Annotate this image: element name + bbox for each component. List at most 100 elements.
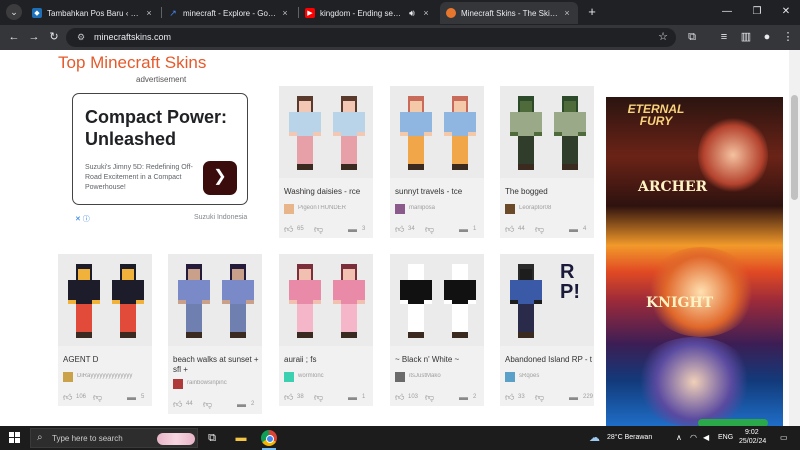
author-avatar[interactable] bbox=[63, 372, 73, 382]
tab-close-icon[interactable]: × bbox=[144, 8, 154, 18]
file-explorer-icon[interactable]: ▬ bbox=[233, 430, 249, 446]
author-avatar[interactable] bbox=[284, 372, 294, 382]
author-avatar[interactable] bbox=[284, 204, 294, 214]
wifi-icon[interactable]: ◠ bbox=[690, 433, 697, 442]
author-name[interactable]: PigeonTHUNDER bbox=[298, 205, 372, 211]
thumbs-down-icon[interactable]: 👎︎ bbox=[203, 400, 213, 409]
thumbs-up-icon[interactable]: 👍︎ bbox=[395, 393, 405, 402]
profile-avatar-icon[interactable]: ● bbox=[759, 29, 775, 45]
skin-author-row[interactable]: DiRayyyyyyyyyyyyyy bbox=[63, 372, 151, 383]
skin-name[interactable]: Abandoned Island RP - t bbox=[505, 355, 593, 365]
author-avatar[interactable] bbox=[395, 204, 405, 214]
taskbar-search-box[interactable]: ⌕ Type here to search bbox=[30, 428, 198, 448]
skin-author-row[interactable]: rainbowsinpinc bbox=[173, 379, 261, 390]
more-menu-icon[interactable]: ⋮ bbox=[780, 29, 796, 45]
thumbs-up-icon[interactable]: 👍︎ bbox=[284, 393, 294, 402]
close-window-icon[interactable]: ✕ bbox=[777, 4, 795, 20]
minimize-icon[interactable]: — bbox=[718, 4, 736, 20]
thumbs-up-icon[interactable]: 👍︎ bbox=[395, 225, 405, 234]
restore-icon[interactable]: ❐ bbox=[748, 4, 766, 20]
thumbs-down-icon[interactable]: 👎︎ bbox=[535, 225, 545, 234]
show-hidden-icons-chevron-icon[interactable]: ∧ bbox=[676, 433, 682, 442]
skin-author-row[interactable]: sRqoes bbox=[505, 372, 593, 383]
thumbs-down-icon[interactable]: 👎︎ bbox=[314, 225, 324, 234]
author-avatar[interactable] bbox=[173, 379, 183, 389]
skin-author-row[interactable]: itsJustMako bbox=[395, 372, 483, 383]
author-avatar[interactable] bbox=[505, 372, 515, 382]
author-name[interactable]: sRqoes bbox=[519, 373, 593, 379]
author-name[interactable]: Leoraptor08 bbox=[519, 205, 593, 211]
clock-date[interactable]: 25/02/24 bbox=[739, 438, 766, 445]
tab-close-icon[interactable]: × bbox=[280, 8, 290, 18]
comment-icon[interactable]: ▬ bbox=[127, 393, 137, 402]
skin-card[interactable]: The bogged Leoraptor08 👍︎ 44 👎︎ ▬ 4 bbox=[500, 86, 594, 238]
ad-body[interactable]: Suzuki's Jimny 5D: Redefining Off-Road E… bbox=[85, 163, 203, 193]
author-avatar[interactable] bbox=[395, 372, 405, 382]
side-panel-icon[interactable]: ▥ bbox=[738, 29, 754, 45]
author-avatar[interactable] bbox=[505, 204, 515, 214]
skin-card[interactable]: ~ Black n' White ~ itsJustMako 👍︎ 103 👎︎ ▬ 2 bbox=[390, 254, 484, 406]
tab-search-chevron-icon[interactable]: ⌄ bbox=[6, 4, 22, 20]
tab-close-icon[interactable]: × bbox=[421, 8, 431, 18]
thumbs-down-icon[interactable]: 👎︎ bbox=[93, 393, 103, 402]
skin-name[interactable]: beach walks at sunset + sfl + bbox=[173, 355, 261, 375]
skin-card[interactable]: sunnyt travels - tce mariiposa 👍︎ 34 👎︎ ▬ 1 bbox=[390, 86, 484, 238]
comment-icon[interactable]: ▬ bbox=[237, 400, 247, 409]
ad-sponsor[interactable]: Suzuki Indonesia bbox=[194, 214, 247, 221]
new-tab-button[interactable]: + bbox=[584, 4, 600, 20]
tab-google-trends[interactable]: ↗ minecraft - Explore - Google Tr × bbox=[162, 2, 296, 24]
skin-preview-image[interactable] bbox=[500, 86, 594, 178]
reload-icon[interactable]: ↻ bbox=[46, 29, 62, 45]
author-name[interactable]: rainbowsinpinc bbox=[187, 380, 261, 386]
forward-arrow-icon[interactable]: → bbox=[26, 29, 42, 45]
eternal-fury-ad[interactable]: ETERNAL FURY ARCHER KNIGHT bbox=[606, 97, 783, 426]
skin-name[interactable]: sunnyt travels - tce bbox=[395, 187, 483, 197]
skin-preview-image[interactable] bbox=[58, 254, 152, 346]
chrome-icon[interactable] bbox=[261, 430, 277, 446]
tab-skindex[interactable]: Minecraft Skins - The Skindex × bbox=[440, 2, 578, 24]
thumbs-up-icon[interactable]: 👍︎ bbox=[63, 393, 73, 402]
address-bar[interactable]: ⚙ minecraftskins.com ☆ bbox=[66, 28, 676, 47]
comment-icon[interactable]: ▬ bbox=[459, 225, 469, 234]
tab-dafunda[interactable]: ◆ Tambahkan Pos Baru ‹ Dafunda × bbox=[26, 2, 160, 24]
extensions-puzzle-icon[interactable]: ⧉ bbox=[684, 29, 700, 45]
skin-card[interactable]: Washing daisies - rce PigeonTHUNDER 👍︎ 65 👎︎… bbox=[279, 86, 373, 238]
media-controls-icon[interactable]: ≡ bbox=[716, 29, 732, 45]
search-placeholder[interactable]: Type here to search bbox=[52, 434, 123, 443]
comment-icon[interactable]: ▬ bbox=[459, 393, 469, 402]
skin-name[interactable]: AGENT D bbox=[63, 355, 151, 365]
comment-icon[interactable]: ▬ bbox=[569, 393, 579, 402]
tab-youtube-kingdom[interactable]: ▶ kingdom - Ending season 🔊︎ × bbox=[299, 2, 437, 24]
notification-icon[interactable]: ▭ bbox=[780, 433, 788, 442]
thumbs-up-icon[interactable]: 👍︎ bbox=[505, 225, 515, 234]
adchoices-icon[interactable]: ✕ ⓘ bbox=[75, 214, 90, 224]
skin-card[interactable]: auraii ; fs wormlonc 👍︎ 38 👎︎ ▬ 1 bbox=[279, 254, 373, 406]
windows-start-icon[interactable] bbox=[9, 432, 21, 444]
weather-cloud-icon[interactable]: ☁ bbox=[589, 431, 600, 444]
skin-preview-image[interactable] bbox=[279, 86, 373, 178]
thumbs-down-icon[interactable]: 👎︎ bbox=[425, 225, 435, 234]
skin-author-row[interactable]: wormlonc bbox=[284, 372, 372, 383]
tab-close-icon[interactable]: × bbox=[562, 8, 572, 18]
bookmark-star-icon[interactable]: ☆ bbox=[658, 30, 668, 43]
skin-preview-image[interactable] bbox=[390, 254, 484, 346]
skin-preview-image[interactable] bbox=[390, 86, 484, 178]
ad-headline[interactable]: Compact Power: Unleashed bbox=[85, 106, 245, 150]
weather-text[interactable]: 28°C Berawan bbox=[607, 434, 652, 441]
comment-icon[interactable]: ▬ bbox=[348, 225, 358, 234]
skin-card[interactable]: RP! Abandoned Island RP - t sRqoes 👍︎ 33 👎︎ ▬ 2… bbox=[500, 254, 594, 406]
author-name[interactable]: wormlonc bbox=[298, 373, 372, 379]
comment-icon[interactable]: ▬ bbox=[569, 225, 579, 234]
skin-author-row[interactable]: mariiposa bbox=[395, 204, 483, 215]
author-name[interactable]: itsJustMako bbox=[409, 373, 483, 379]
scrollbar-thumb[interactable] bbox=[791, 95, 798, 200]
author-name[interactable]: mariiposa bbox=[409, 205, 483, 211]
thumbs-up-icon[interactable]: 👍︎ bbox=[505, 393, 515, 402]
task-view-icon[interactable]: ⧉ bbox=[204, 430, 220, 446]
skin-preview-image[interactable]: RP! bbox=[500, 254, 594, 346]
skin-author-row[interactable]: Leoraptor08 bbox=[505, 204, 593, 215]
author-name[interactable]: DiRayyyyyyyyyyyyyy bbox=[77, 373, 151, 379]
thumbs-up-icon[interactable]: 👍︎ bbox=[284, 225, 294, 234]
clock-time[interactable]: 9:02 bbox=[745, 429, 759, 436]
suzuki-ad-card[interactable]: Compact Power: Unleashed Suzuki's Jimny … bbox=[72, 93, 248, 205]
